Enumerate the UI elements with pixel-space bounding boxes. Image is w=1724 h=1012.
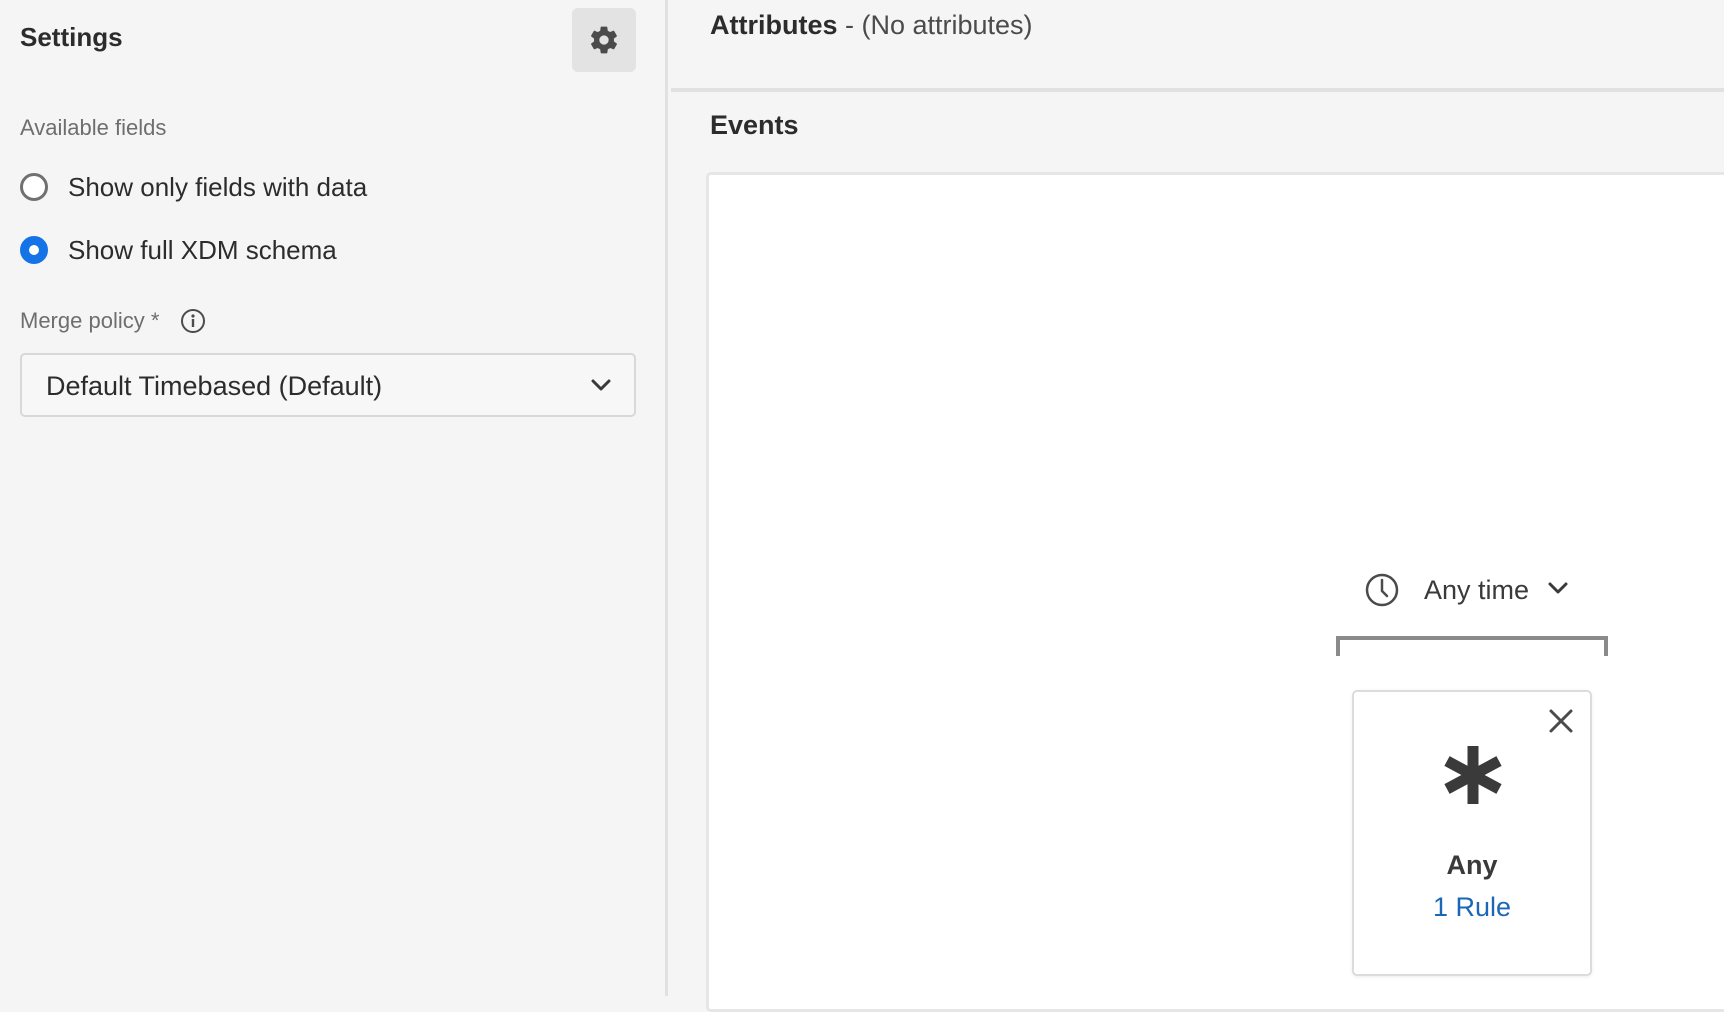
attributes-title: Attributes [710,10,838,40]
time-constraint-dropdown[interactable]: Any time [1364,570,1569,610]
settings-gear-button[interactable] [572,8,636,72]
attributes-header: Attributes - (No attributes) [710,10,1033,41]
merge-policy-select[interactable]: Default Timebased (Default) [20,353,636,417]
chevron-down-icon [590,377,612,398]
available-fields-label: Available fields [20,115,167,140]
events-title: Events [710,110,799,140]
chevron-down-icon [1547,580,1569,601]
event-rule-card[interactable]: Any 1 Rule [1352,690,1592,976]
time-constraint-label: Any time [1424,574,1530,605]
rule-card-title: Any [1446,850,1498,880]
clock-icon [1365,573,1399,607]
connector-bracket [1336,636,1608,656]
attributes-subtitle: - (No attributes) [837,10,1033,40]
rule-count-link[interactable]: 1 Rule [1354,892,1590,923]
radio-label: Show full XDM schema [68,234,337,265]
settings-title: Settings [20,22,123,52]
merge-policy-value: Default Timebased (Default) [46,371,383,401]
gear-icon [591,26,617,54]
radio-show-full-xdm-schema[interactable]: Show full XDM schema [20,233,337,267]
radio-button[interactable] [20,173,48,201]
settings-panel: Settings Available fields Show only fiel… [0,0,668,996]
radio-label: Show only fields with data [68,171,368,202]
info-icon[interactable] [180,308,206,339]
asterisk-icon [1440,742,1506,813]
merge-policy-label: Merge policy * [20,308,160,333]
close-icon[interactable] [1548,708,1574,739]
radio-button-checked[interactable] [20,236,48,264]
radio-show-only-fields-with-data[interactable]: Show only fields with data [20,170,367,204]
attributes-bar: Attributes - (No attributes) [671,0,1724,92]
